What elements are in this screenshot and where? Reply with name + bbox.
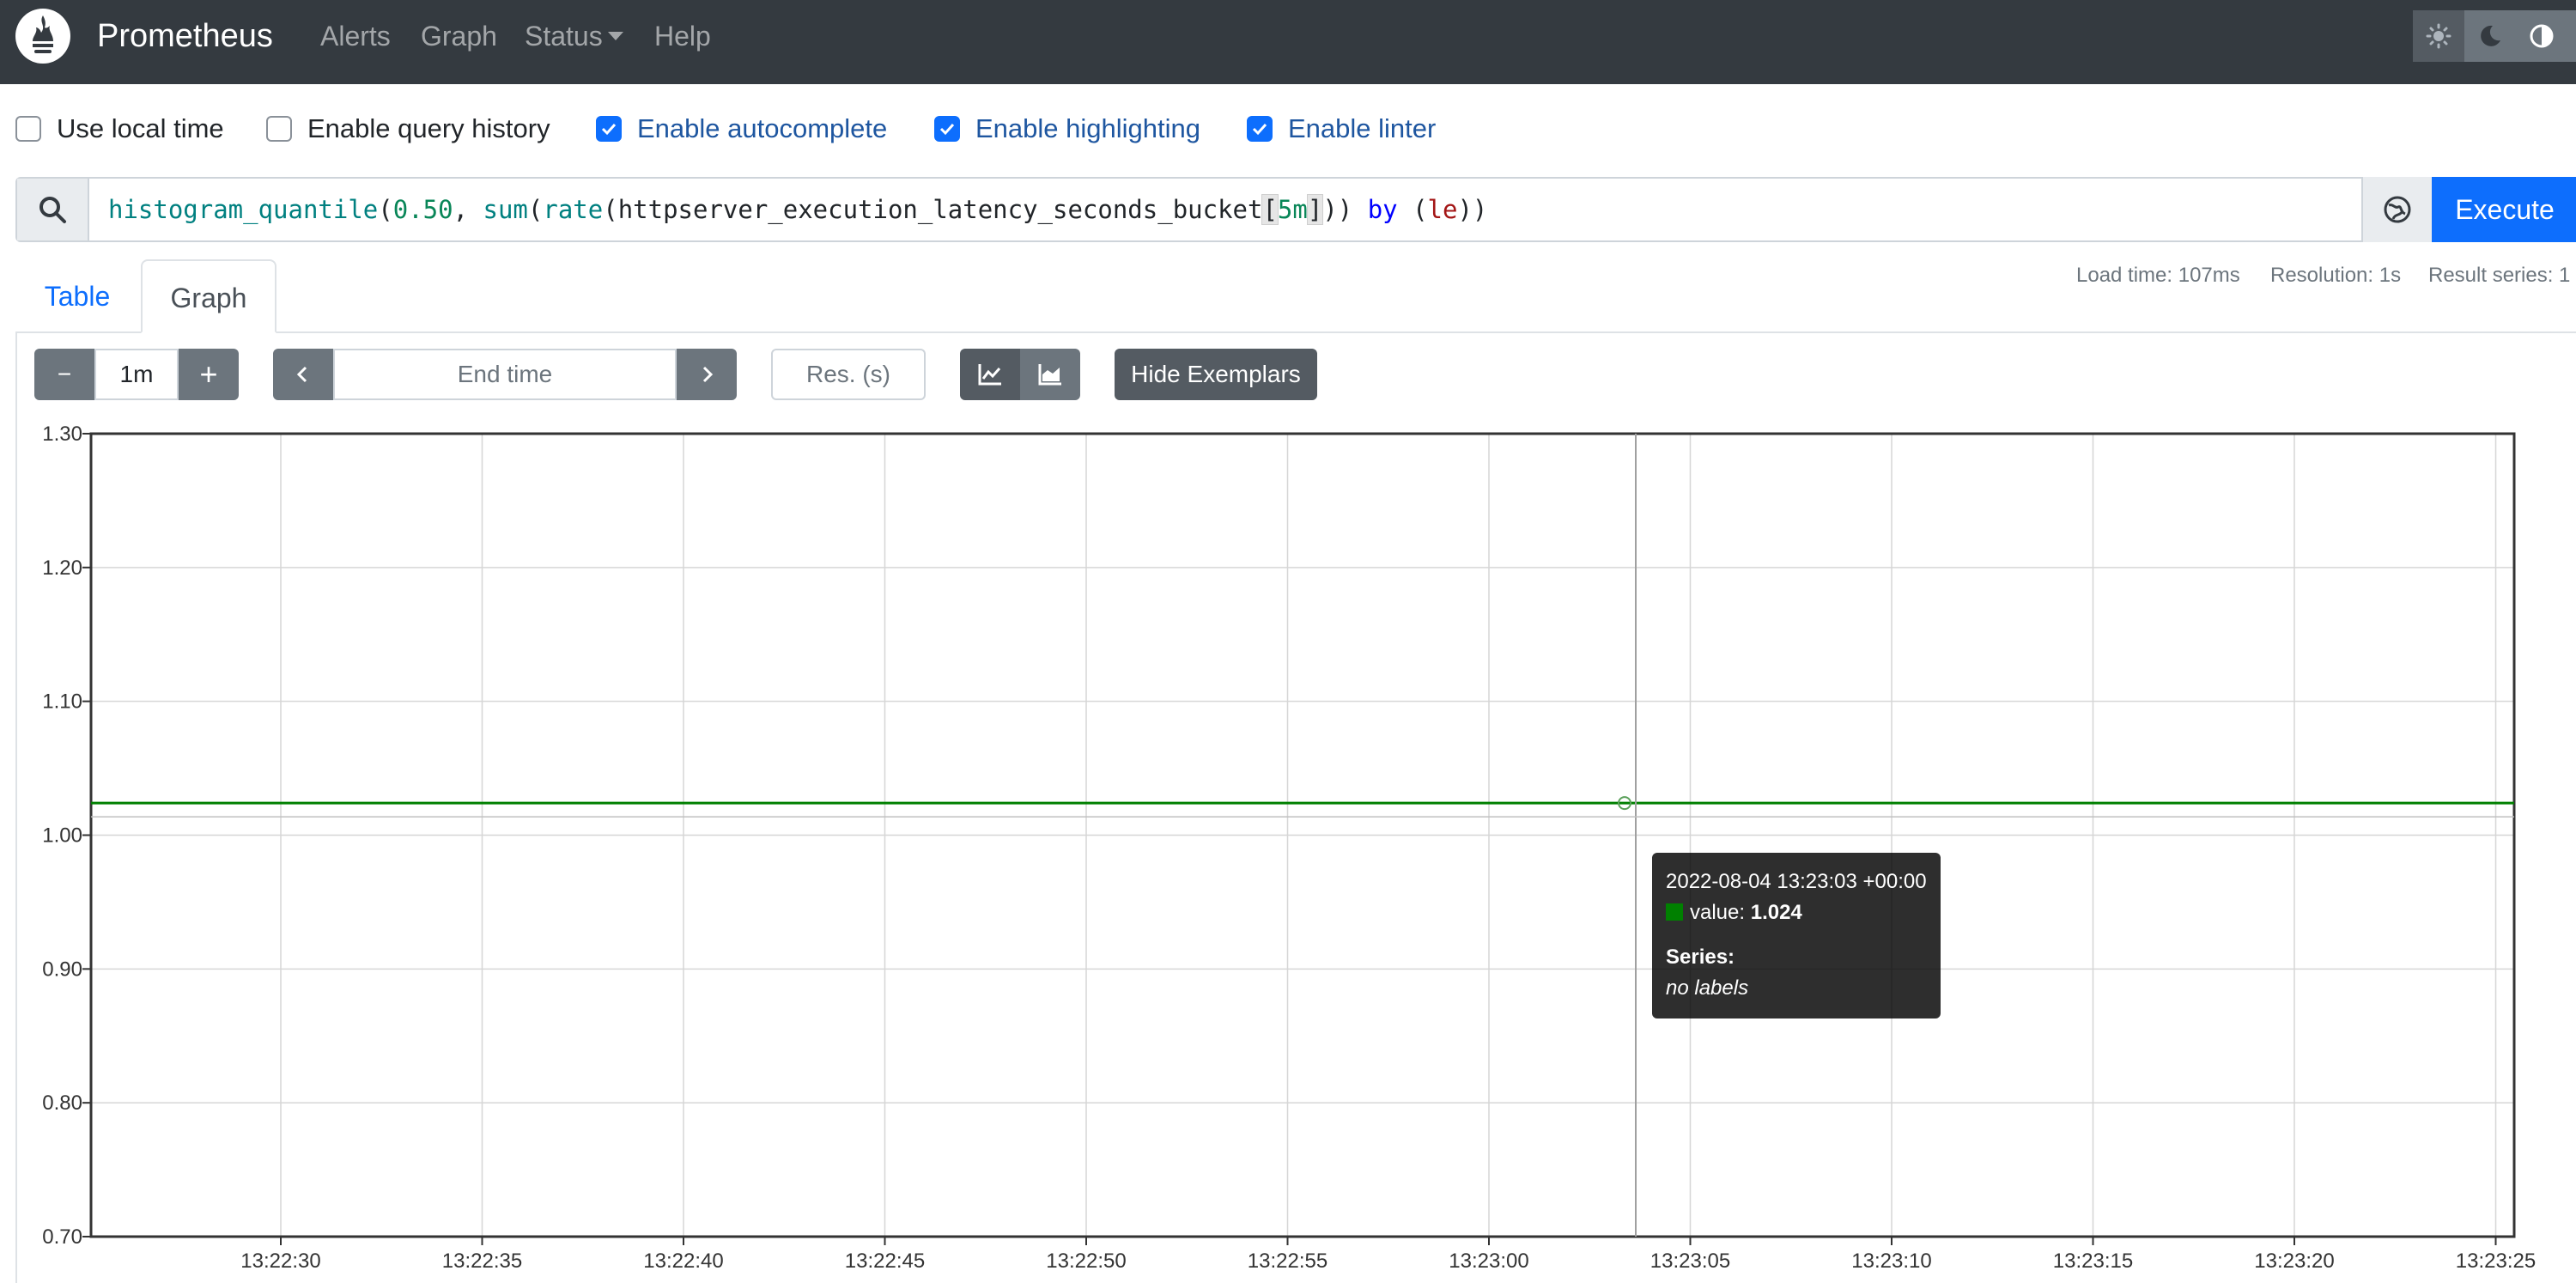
nav-status-label: Status bbox=[525, 21, 603, 52]
option-label: Enable query history bbox=[307, 113, 550, 143]
nav-help[interactable]: Help bbox=[654, 19, 711, 53]
x-tick-label: 13:22:40 bbox=[643, 1250, 723, 1273]
check-icon bbox=[601, 123, 617, 136]
tab-graph[interactable]: Graph bbox=[141, 259, 276, 333]
x-tick-label: 13:22:30 bbox=[240, 1250, 320, 1273]
range-increase-button[interactable]: + bbox=[179, 349, 239, 400]
y-tick-label: 0.90 bbox=[42, 958, 82, 981]
result-series-stat: Result series: 1 bbox=[2428, 264, 2571, 287]
tooltip-value: 1.024 bbox=[1750, 901, 1802, 924]
sun-icon[interactable] bbox=[2413, 10, 2464, 62]
query-token: ( bbox=[603, 195, 618, 224]
stacked-area-chart-icon[interactable] bbox=[1020, 349, 1080, 400]
option-label: Enable linter bbox=[1288, 113, 1437, 143]
execute-button[interactable]: Execute bbox=[2432, 177, 2576, 242]
x-tick-label: 13:22:50 bbox=[1046, 1250, 1126, 1273]
option-enable-linter[interactable]: Enable linter bbox=[1247, 112, 1436, 146]
option-label: Enable autocomplete bbox=[637, 113, 888, 143]
series-color-swatch bbox=[1666, 903, 1683, 921]
tab-table[interactable]: Table bbox=[15, 259, 139, 333]
option-enable-query-history[interactable]: Enable query history bbox=[266, 112, 550, 146]
y-tick-label: 1.10 bbox=[42, 690, 82, 714]
option-label: Enable highlighting bbox=[975, 113, 1200, 143]
brand-title[interactable]: Prometheus bbox=[97, 15, 273, 57]
tooltip-value-label: value: bbox=[1690, 901, 1746, 924]
x-tick-label: 13:23:05 bbox=[1650, 1250, 1730, 1273]
query-token: httpserver_execution_latency_seconds_buc… bbox=[617, 195, 1263, 224]
x-tick-label: 13:22:45 bbox=[845, 1250, 925, 1273]
contrast-icon[interactable] bbox=[2516, 10, 2567, 62]
option-label: Use local time bbox=[57, 113, 224, 143]
prometheus-logo-icon[interactable] bbox=[15, 9, 70, 64]
query-token: , bbox=[453, 195, 483, 224]
x-tick-label: 13:23:15 bbox=[2053, 1250, 2133, 1273]
option-use-local-time[interactable]: Use local time bbox=[15, 112, 224, 146]
metrics-explorer-icon[interactable] bbox=[2361, 177, 2432, 242]
query-token: )) bbox=[1457, 195, 1488, 224]
tooltip-timestamp: 2022-08-04 13:23:03 +00:00 bbox=[1666, 870, 1927, 893]
query-expression-input[interactable]: histogram_quantile(0.50, sum(rate(httpse… bbox=[108, 192, 1487, 227]
range-input[interactable]: 1m bbox=[94, 349, 179, 400]
query-token: le bbox=[1427, 195, 1458, 224]
query-token: 5m bbox=[1277, 195, 1308, 224]
search-icon bbox=[17, 179, 89, 240]
query-token: sum bbox=[483, 195, 528, 224]
x-tick-label: 13:23:10 bbox=[1851, 1250, 1931, 1273]
query-token: ( bbox=[1397, 195, 1428, 224]
check-icon bbox=[1252, 123, 1267, 136]
theme-toggle-group bbox=[2413, 10, 2576, 62]
nav-alerts[interactable]: Alerts bbox=[320, 19, 391, 53]
nav-status[interactable]: Status bbox=[525, 19, 623, 53]
graph-tooltip: 2022-08-04 13:23:03 +00:00 value: 1.024 … bbox=[1652, 853, 1941, 1018]
navbar: Prometheus Alerts Graph Status Help bbox=[0, 0, 2576, 84]
y-tick-label: 1.20 bbox=[42, 556, 82, 580]
graph-panel bbox=[15, 331, 2576, 1283]
query-token: 0.50 bbox=[392, 195, 453, 224]
option-enable-highlighting[interactable]: Enable highlighting bbox=[934, 112, 1200, 146]
query-token: by bbox=[1367, 195, 1398, 224]
checkbox-checked[interactable] bbox=[934, 116, 960, 142]
tooltip-series-value: no labels bbox=[1666, 976, 1749, 1000]
x-tick-label: 13:23:25 bbox=[2456, 1250, 2536, 1273]
y-tick-label: 0.80 bbox=[42, 1091, 82, 1115]
chevron-right-icon[interactable] bbox=[677, 349, 737, 400]
check-icon bbox=[939, 123, 955, 136]
hide-exemplars-button[interactable]: Hide Exemplars bbox=[1115, 349, 1317, 400]
tooltip-value-row: value: 1.024 bbox=[1666, 897, 1927, 928]
query-token: )) bbox=[1322, 195, 1368, 224]
resolution-stat: Resolution: 1s bbox=[2270, 264, 2402, 287]
chevron-left-icon[interactable] bbox=[273, 349, 333, 400]
x-tick-label: 13:22:55 bbox=[1248, 1250, 1327, 1273]
checkbox-checked[interactable] bbox=[1247, 116, 1273, 142]
query-token: [ bbox=[1261, 194, 1279, 225]
query-token: rate bbox=[543, 195, 604, 224]
query-bar: histogram_quantile(0.50, sum(rate(httpse… bbox=[15, 177, 2576, 242]
query-token: ( bbox=[527, 195, 544, 224]
y-tick-label: 0.70 bbox=[42, 1225, 82, 1249]
nav-graph[interactable]: Graph bbox=[421, 19, 497, 53]
load-time: Load time: 107ms bbox=[2076, 264, 2240, 287]
query-token: histogram_quantile bbox=[108, 195, 379, 224]
query-token: ( bbox=[378, 195, 393, 224]
x-tick-label: 13:22:35 bbox=[442, 1250, 522, 1273]
x-tick-label: 13:23:20 bbox=[2254, 1250, 2334, 1273]
checkbox[interactable] bbox=[266, 116, 292, 142]
y-tick-label: 1.30 bbox=[42, 423, 82, 446]
option-enable-autocomplete[interactable]: Enable autocomplete bbox=[596, 112, 887, 146]
tooltip-series-label: Series: bbox=[1666, 946, 1735, 969]
resolution-input[interactable]: Res. (s) bbox=[771, 349, 926, 400]
line-chart-icon[interactable] bbox=[960, 349, 1020, 400]
x-tick-label: 13:23:00 bbox=[1449, 1250, 1528, 1273]
caret-down-icon bbox=[607, 32, 623, 40]
checkbox-checked[interactable] bbox=[596, 116, 622, 142]
checkbox[interactable] bbox=[15, 116, 41, 142]
moon-icon[interactable] bbox=[2464, 10, 2516, 62]
end-time-input[interactable]: End time bbox=[333, 349, 677, 400]
range-decrease-button[interactable]: − bbox=[34, 349, 94, 400]
y-tick-label: 1.00 bbox=[42, 824, 82, 848]
query-token: ] bbox=[1306, 194, 1324, 225]
